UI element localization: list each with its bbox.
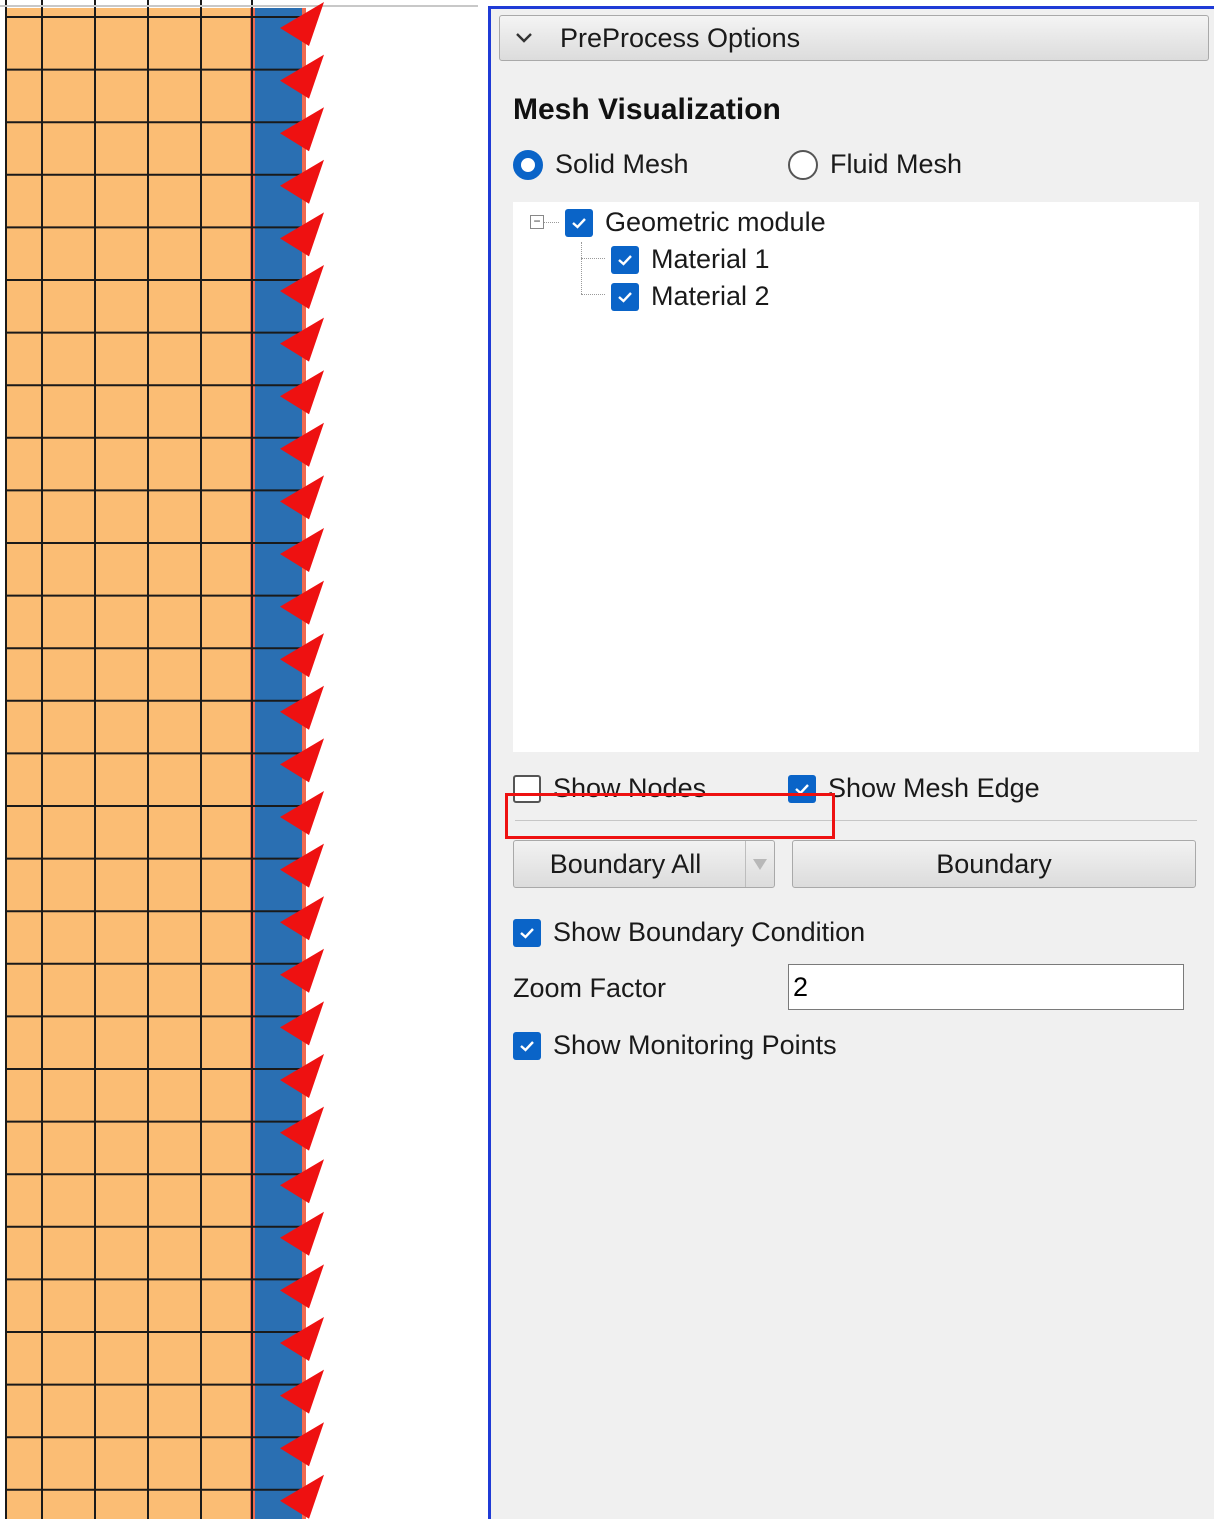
fluid-mesh-label: Fluid Mesh — [830, 149, 963, 179]
solid-mesh-radio[interactable]: Solid Mesh — [513, 149, 689, 180]
tree-connector — [581, 294, 605, 295]
boundary-all-dropdown[interactable]: Boundary All — [513, 840, 775, 888]
checkbox-checked-icon[interactable] — [513, 1031, 541, 1060]
zoom-factor-input[interactable] — [788, 964, 1184, 1010]
solid-mesh-label: Solid Mesh — [555, 149, 689, 179]
tree-item-geometric-module[interactable]: Geometric module — [565, 207, 826, 238]
tree-item-material-1[interactable]: Material 1 — [611, 244, 770, 275]
show-monitoring-points-checkbox[interactable]: Show Monitoring Points — [513, 1030, 837, 1061]
tree-connector — [581, 258, 605, 259]
tree-connector — [581, 242, 582, 294]
show-mesh-edge-label: Show Mesh Edge — [828, 773, 1040, 803]
mesh-canvas[interactable] — [0, 0, 488, 1519]
radio-unselected-icon[interactable] — [788, 149, 818, 180]
show-boundary-condition-label: Show Boundary Condition — [553, 917, 866, 947]
show-monitoring-points-label: Show Monitoring Points — [553, 1030, 837, 1060]
collapse-icon[interactable]: − — [530, 215, 544, 229]
panel-header[interactable]: PreProcess Options — [499, 15, 1209, 61]
radio-selected-icon[interactable] — [513, 149, 543, 180]
section-title: Mesh Visualization — [513, 93, 781, 126]
checkbox-checked-icon[interactable] — [513, 918, 541, 947]
checkbox-checked-icon[interactable] — [611, 245, 639, 274]
fluid-mesh-radio[interactable]: Fluid Mesh — [788, 149, 962, 180]
checkbox-checked-icon[interactable] — [611, 282, 639, 311]
zoom-factor-label: Zoom Factor — [513, 973, 667, 1003]
chevron-down-icon[interactable] — [514, 28, 534, 48]
tree-item-label: Material 1 — [651, 244, 770, 274]
tree-item-label: Material 2 — [651, 281, 770, 311]
dropdown-value: Boundary All — [549, 848, 702, 879]
tree-connector — [544, 222, 559, 223]
checkbox-checked-icon[interactable] — [565, 208, 593, 237]
tree-item-material-2[interactable]: Material 2 — [611, 281, 770, 312]
show-boundary-condition-checkbox[interactable]: Show Boundary Condition — [513, 917, 865, 948]
dropdown-arrow-icon[interactable] — [745, 841, 774, 887]
geometry-tree[interactable]: − Geometric module Material 1 Material 2 — [513, 202, 1199, 752]
tree-item-label: Geometric module — [605, 207, 826, 237]
highlight-box — [505, 793, 835, 839]
boundary-button[interactable]: Boundary — [792, 840, 1196, 888]
mesh-viewport[interactable] — [0, 0, 488, 1519]
panel-title: PreProcess Options — [560, 22, 801, 53]
preprocess-options-panel: PreProcess Options Mesh Visualization So… — [488, 6, 1214, 1519]
